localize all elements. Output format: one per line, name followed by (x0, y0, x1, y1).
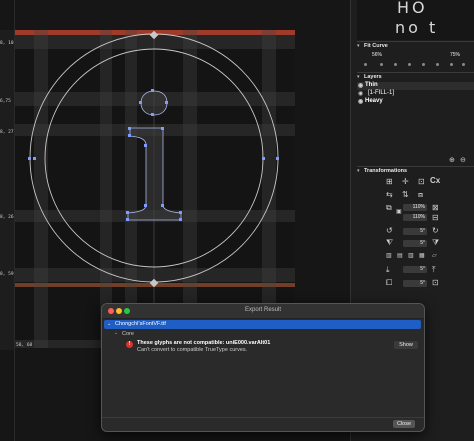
flip-horizontal-icon[interactable]: ⇆ (386, 191, 393, 199)
dialog-title: Export Result (244, 307, 281, 313)
preview-line-1: HO (397, 0, 428, 17)
scale-up-icon[interactable]: ⊠ (432, 204, 439, 212)
error-title: These glyphs are not compatible: uniE000… (137, 340, 271, 346)
fit-curve-right-field[interactable]: 75% (442, 52, 462, 59)
rotate-ccw-icon[interactable]: ↺ (386, 227, 393, 235)
offset-icon[interactable]: ⧠ (386, 279, 392, 287)
parallelogram-icon[interactable]: ▱ (432, 252, 437, 260)
slant-right-icon[interactable]: ⧩ (432, 239, 439, 247)
flip-vertical-icon[interactable]: ⇅ (402, 191, 409, 199)
rotate-field[interactable]: 5° (403, 228, 427, 235)
ruler-tick-label: 8, 10 (0, 41, 14, 46)
move-field[interactable]: 5° (403, 266, 427, 273)
chevron-down-icon[interactable]: ▾ (357, 168, 360, 174)
fit-curve-left-field[interactable]: 56% (364, 52, 384, 59)
fit-curve-title: Fit Curve (364, 43, 388, 49)
chevron-down-icon[interactable]: ⌄ (107, 321, 111, 327)
error-detail: Can't convert to compatible TrueType cur… (137, 347, 248, 353)
align-right-icon[interactable]: ▥ (408, 252, 414, 260)
show-button[interactable]: Show (394, 341, 418, 349)
transform-origin-icon[interactable]: ⊡ (418, 178, 425, 186)
remove-layer-icon[interactable]: ⊖ (460, 157, 466, 165)
fit-curve-slider[interactable] (364, 63, 465, 67)
add-layer-icon[interactable]: ⊕ (449, 157, 455, 165)
move-down-icon[interactable]: ⤓ (386, 266, 390, 274)
distribute-icon[interactable]: ▦ (419, 252, 425, 260)
layer-label: Heavy (365, 98, 383, 104)
ruler-tick-label: 8, 59 (0, 272, 14, 277)
cx-icon[interactable]: Cx (430, 177, 440, 185)
vertical-ruler (0, 30, 15, 350)
mirror-icon[interactable]: ⧈ (418, 191, 423, 199)
group-name: Core (122, 331, 134, 337)
scale-icon[interactable]: ⧉ (386, 204, 392, 212)
layers-title: Layers (364, 74, 382, 80)
layer-label: [1-FILL-1] (368, 90, 395, 96)
chevron-down-icon[interactable]: ▾ (357, 74, 360, 80)
ruler-tick-label: 8, 27 (0, 130, 14, 135)
preview-area: HO no t (357, 0, 474, 40)
transformations-section (357, 166, 474, 167)
slant-field[interactable]: 5° (403, 240, 427, 247)
scale-down-icon[interactable]: ⊟ (432, 214, 439, 222)
ruler-tick-label: 58, 68 (16, 343, 33, 348)
layer-item-heavy[interactable]: ◉ Heavy (357, 98, 474, 106)
close-button-label: Close (396, 421, 412, 427)
layer-item-thin[interactable]: ◉ Thin (357, 82, 474, 90)
align-center-icon[interactable]: ▤ (397, 252, 403, 260)
ruler-tick-label: 8, 26 (0, 215, 14, 220)
offset-field[interactable]: 5° (403, 280, 427, 287)
file-name: ChongchI'sFontVF.ttf (115, 321, 166, 327)
transformations-title: Transformations (364, 168, 408, 174)
layers-section (357, 72, 474, 73)
eye-icon[interactable]: ◉ (358, 90, 363, 98)
show-button-label: Show (399, 342, 413, 348)
layer-item-fill[interactable]: ◉ [1-FILL-1] (357, 90, 474, 98)
chevron-down-icon[interactable]: ▾ (357, 43, 360, 49)
scale-x-field[interactable]: 110% (403, 204, 427, 211)
dialog-titlebar: Export Result (102, 304, 424, 319)
scale-y-field[interactable]: 110% (403, 214, 427, 221)
error-icon: ! (126, 341, 133, 348)
chevron-down-icon[interactable]: ⌄ (114, 330, 118, 336)
close-button[interactable]: Close (393, 420, 415, 428)
layer-label: Thin (365, 82, 378, 88)
preview-line-2: no t (395, 18, 439, 37)
origin-crosshair-icon[interactable]: ✛ (402, 178, 409, 186)
fit-curve-section (357, 41, 474, 42)
slant-left-icon[interactable]: ⧨ (386, 239, 393, 247)
letter-i-dot-outline[interactable] (140, 90, 168, 116)
move-up-icon[interactable]: ⤒ (432, 266, 436, 274)
rotate-cw-icon[interactable]: ↻ (432, 227, 439, 235)
eye-icon[interactable]: ◉ (358, 82, 363, 90)
ruler-tick-label: 6,75 (0, 99, 11, 104)
export-result-dialog: Export Result ⌄ ChongchI'sFontVF.ttf ⌄ C… (101, 303, 425, 432)
lock-icon[interactable]: ▣ (396, 208, 402, 216)
eye-icon[interactable]: ◉ (358, 98, 363, 106)
offset-apply-icon[interactable]: ⊡ (432, 279, 439, 287)
align-grid-icon[interactable]: ⊞ (386, 178, 393, 186)
dialog-footer-divider (102, 417, 424, 418)
align-left-icon[interactable]: ▥ (386, 252, 392, 260)
